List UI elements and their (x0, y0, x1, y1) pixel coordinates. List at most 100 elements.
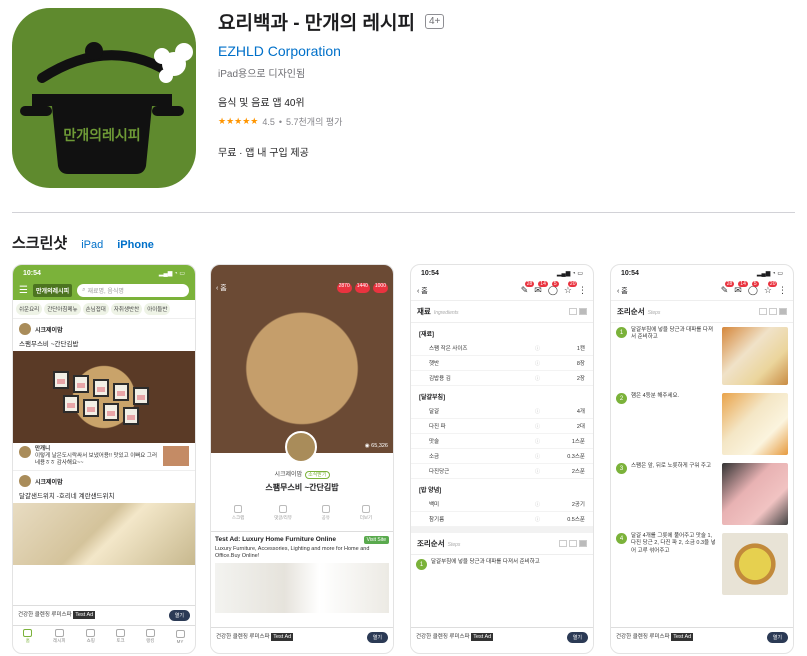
ingredient-row: 다진당근 ⓘ 2스푼 (411, 464, 593, 479)
top-bar: ☰ 만개의레시피 ⌕ 재료명, 음식명 (13, 281, 195, 300)
comment-row: 만개니 이렇게 날은도시락싸서 보냈어용!! 맛있고 이뻐요 그러네용ㅎㅎ 감사… (13, 443, 195, 472)
app-title: 요리백과 - 만개의 레시피 (218, 13, 415, 34)
more-icon: ⋮ (578, 285, 587, 295)
section-divider (12, 212, 795, 213)
tab-home: 홈 (23, 629, 33, 644)
sandwich-photo (13, 503, 195, 566)
rating-row: ★★★★★ 4.5 • 5.7천개의 평가 (218, 116, 343, 127)
visit-site-button: Visit Site (363, 536, 389, 544)
comment-icon: ✉ 14 (534, 281, 548, 295)
steps-header: 조리순서 Steps (611, 301, 793, 323)
category-chips: 쉬운요리 간단아침메뉴 손님접대 자취생반찬 아이들반 (13, 300, 195, 319)
ingredient-row: 참기름 ⓘ 0.5스푼 (411, 512, 593, 527)
search-icon: ⌕ (82, 287, 86, 293)
developer-link[interactable]: EZHLD Corporation (218, 43, 778, 59)
status-bar: 10:54 ▂▄▆ ◔ ▭ (421, 269, 583, 277)
toolbar: ‹ 홈 ✎ 28 ✉ 14 ◯ 5 ☆ 20 ⋮ (411, 281, 593, 301)
screenshots-title: 스크린샷 (12, 235, 68, 252)
step-photo (722, 463, 788, 525)
rating-stars: ★★★★★ (218, 116, 259, 126)
star-icon: ☆ 20 (763, 281, 778, 295)
rating-value: 4.5 (262, 116, 275, 127)
ingredient-row: 김밥용 김 ⓘ 2장 (411, 371, 593, 386)
screenshot-2[interactable]: ‹ 홈 2870 1440 1000 ◉ 65,326 시크제이맘 소식받기 스팸… (210, 264, 394, 654)
ingredient-row: 소금 ⓘ 0.3스푼 (411, 449, 593, 464)
avatar (19, 475, 31, 488)
author-row: 시크제이맘 (13, 319, 195, 337)
tab-bar: 홈 레시피 쇼핑 토크 랭킹 MY (13, 625, 195, 647)
avatar (19, 446, 31, 458)
category-chip: 아이들반 (144, 303, 171, 315)
ad-banner: 건강한 클렌징 루미스파 Test Ad 열기 (13, 605, 195, 625)
comment-icon: ✉ 14 (734, 281, 748, 295)
ingredient-row: 백미 ⓘ 2공기 (411, 497, 593, 512)
category-chip: 손님접대 (82, 303, 109, 315)
app-icon: 만개의레시피 (12, 8, 196, 188)
ingredient-row: 맛술 ⓘ 1스푼 (411, 434, 593, 449)
ad-open-button: 열기 (168, 610, 190, 621)
category-chip: 간단아침메뉴 (44, 303, 81, 315)
kimbap-photo (13, 351, 195, 443)
step-item: 2 햄은 4등분 해주세요. (611, 389, 793, 459)
steps-header: 조리순서 Steps (411, 533, 593, 555)
tab-my: MY (175, 629, 185, 644)
screenshot-3[interactable]: 10:54 ▂▄▆ ◔ ▭ ‹ 홈 ✎ 28 ✉ 14 ◯ 5 ☆ 20 ⋮ 재료 Ingr… (410, 264, 594, 654)
tab-ranking: 랭킹 (145, 629, 155, 644)
toolbar: ‹ 홈 ✎ 28 ✉ 14 ◯ 5 ☆ 20 ⋮ (611, 281, 793, 301)
chat-icon: ◯ 5 (747, 281, 759, 295)
pot-logo-icon: 만개의레시피 (20, 42, 193, 174)
screenshots-header: 스크린샷 iPad iPhone (12, 232, 154, 253)
screenshot-1[interactable]: 10:54 ▂▄▆ ◔ ▭ ☰ 만개의레시피 ⌕ 재료명, 음식명 쉬운요리 간단… (12, 264, 196, 654)
step-item: 1 달걀부침에 넣을 당근과 대파를 다져서 준비하고 (611, 323, 793, 389)
post-title: 스팸무스비 ~간단김밥 (19, 341, 79, 348)
more-icon: ⋮ (778, 285, 787, 295)
post-title: 달걀샌드위치 -호리네 계란샌드위치 (19, 493, 115, 501)
category-chip: 자취생반찬 (110, 303, 143, 315)
ad-photo (215, 563, 389, 614)
price-info: 무료 · 앱 내 구입 제공 (218, 148, 309, 159)
ad-block: Test Ad: Luxury Home Furniture Online Vi… (211, 531, 393, 617)
designed-for: iPad용으로 디자인됨 (218, 69, 306, 80)
share-button: 공유 (322, 505, 330, 521)
svg-text:만개의레시피: 만개의레시피 (63, 127, 140, 144)
recipe-hero-photo: ‹ 홈 2870 1440 1000 ◉ 65,326 (211, 265, 393, 453)
ad-open-button: 열기 (366, 632, 388, 643)
step-photo (722, 327, 788, 385)
scrap-button: 스크랩 (232, 505, 244, 521)
review-button: 댓글/리뷰 (274, 505, 292, 521)
step-photo (722, 393, 788, 455)
category-rank[interactable]: 음식 및 음료 앱 40위 (218, 94, 778, 109)
chat-icon: ◯ 5 (547, 281, 559, 295)
back-icon: ‹ 홈 (216, 285, 227, 292)
app-logo: 만개의레시피 (32, 284, 73, 297)
step-photo (722, 533, 788, 595)
app-header: 요리백과 - 만개의 레시피 4+ EZHLD Corporation iPad… (218, 8, 778, 159)
bookmark-icon: ✎ 28 (720, 281, 735, 295)
step-item: 3 스팸은 앞, 뒤로 노릇하게 구워 주고 (611, 459, 793, 529)
author-row: 시크제이맘 소식받기 (211, 469, 393, 479)
search-input: ⌕ 재료명, 음식명 (77, 284, 189, 297)
author-row: 시크제이맘 (13, 471, 195, 489)
step-item: 4 달걀 4개를 그릇에 풀어주고 맛술 1, 다진 당근 2, 다진 파 2,… (611, 529, 793, 599)
status-bar: 10:54 ▂▄▆ ◔ ▭ (621, 269, 783, 277)
rating-count: 5.7천개의 평가 (286, 117, 343, 127)
avatar (19, 323, 31, 335)
tab-recipe: 레시피 (53, 629, 66, 644)
more-button: 더보기 (360, 505, 372, 521)
step-item: 1 달걀부침에 넣을 당근과 대파를 다져서 준비하고 (411, 555, 593, 574)
tab-talk: 토크 (116, 629, 126, 644)
ingredients-header: 재료 Ingredients (411, 301, 593, 323)
recipe-title: 스팸무스비 ~간단김밥 (265, 483, 339, 492)
category-chip: 쉬운요리 (16, 303, 43, 315)
ad-banner: 건강한 클렌징 루미스파 Test Ad 열기 (411, 627, 593, 647)
screenshot-4[interactable]: 10:54 ▂▄▆ ◔ ▭ ‹ 홈 ✎ 28 ✉ 14 ◯ 5 ☆ 20 ⋮ 조리순서 St… (610, 264, 794, 654)
action-row: 스크랩 댓글/리뷰 공유 더보기 (211, 493, 393, 525)
tab-ipad[interactable]: iPad (81, 239, 103, 251)
ingredient-row: 달걀 ⓘ 4개 (411, 404, 593, 419)
star-icon: ☆ 20 (563, 281, 578, 295)
tab-iphone[interactable]: iPhone (117, 239, 154, 251)
ad-open-button: 열기 (766, 632, 788, 643)
ad-banner: 건강한 클렌징 루미스파 Test Ad 열기 (611, 627, 793, 647)
view-count: ◉ 65,326 (364, 443, 388, 449)
ad-open-button: 열기 (566, 632, 588, 643)
